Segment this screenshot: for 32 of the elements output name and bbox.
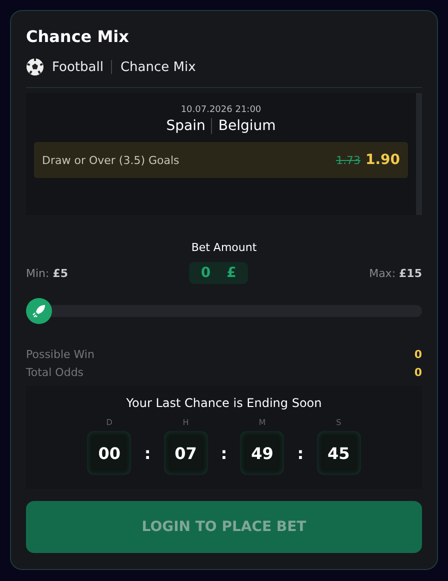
breadcrumb-item[interactable]: Chance Mix <box>120 60 196 74</box>
max-label: Max: £15 <box>369 266 422 280</box>
time-value: 07 <box>164 431 208 475</box>
odds-value: 1.90 <box>365 152 400 168</box>
time-value: 00 <box>87 431 132 475</box>
soccer-ball-icon <box>26 58 44 76</box>
time-unit-label: D <box>106 418 112 427</box>
time-unit-label: S <box>336 418 342 427</box>
time-separator: : <box>220 442 228 464</box>
time-value: 49 <box>240 431 284 475</box>
summary-value: 0 <box>414 347 422 363</box>
time-unit-label: M <box>258 418 266 427</box>
team-name: Belgium <box>218 118 276 134</box>
market-label: Draw or Over (3.5) Goals <box>42 154 180 166</box>
summary-label: Possible Win <box>26 347 94 363</box>
bet-amount-label: Bet Amount <box>190 241 258 254</box>
time-separator: : <box>297 442 304 464</box>
card-title: Chance Mix <box>26 27 130 46</box>
event-datetime: 10.07.2026 21:00 <box>180 105 262 115</box>
time-value: 45 <box>316 431 361 475</box>
slider-thumb[interactable] <box>26 298 52 324</box>
time-separator: : <box>144 442 151 464</box>
breadcrumb-item[interactable]: Football <box>52 60 104 74</box>
old-odds: 1.73 <box>336 154 360 167</box>
amount-field[interactable]: 0 £ <box>188 262 248 284</box>
time-unit-label: H <box>182 418 189 427</box>
bet-slider[interactable] <box>26 298 422 324</box>
countdown-title: Your Last Chance is Ending Soon <box>126 396 322 410</box>
summary-label: Total Odds <box>26 365 84 381</box>
min-label: Min: £5 <box>26 266 68 280</box>
summary-value: 0 <box>414 365 422 381</box>
team-name: Spain <box>166 118 206 134</box>
